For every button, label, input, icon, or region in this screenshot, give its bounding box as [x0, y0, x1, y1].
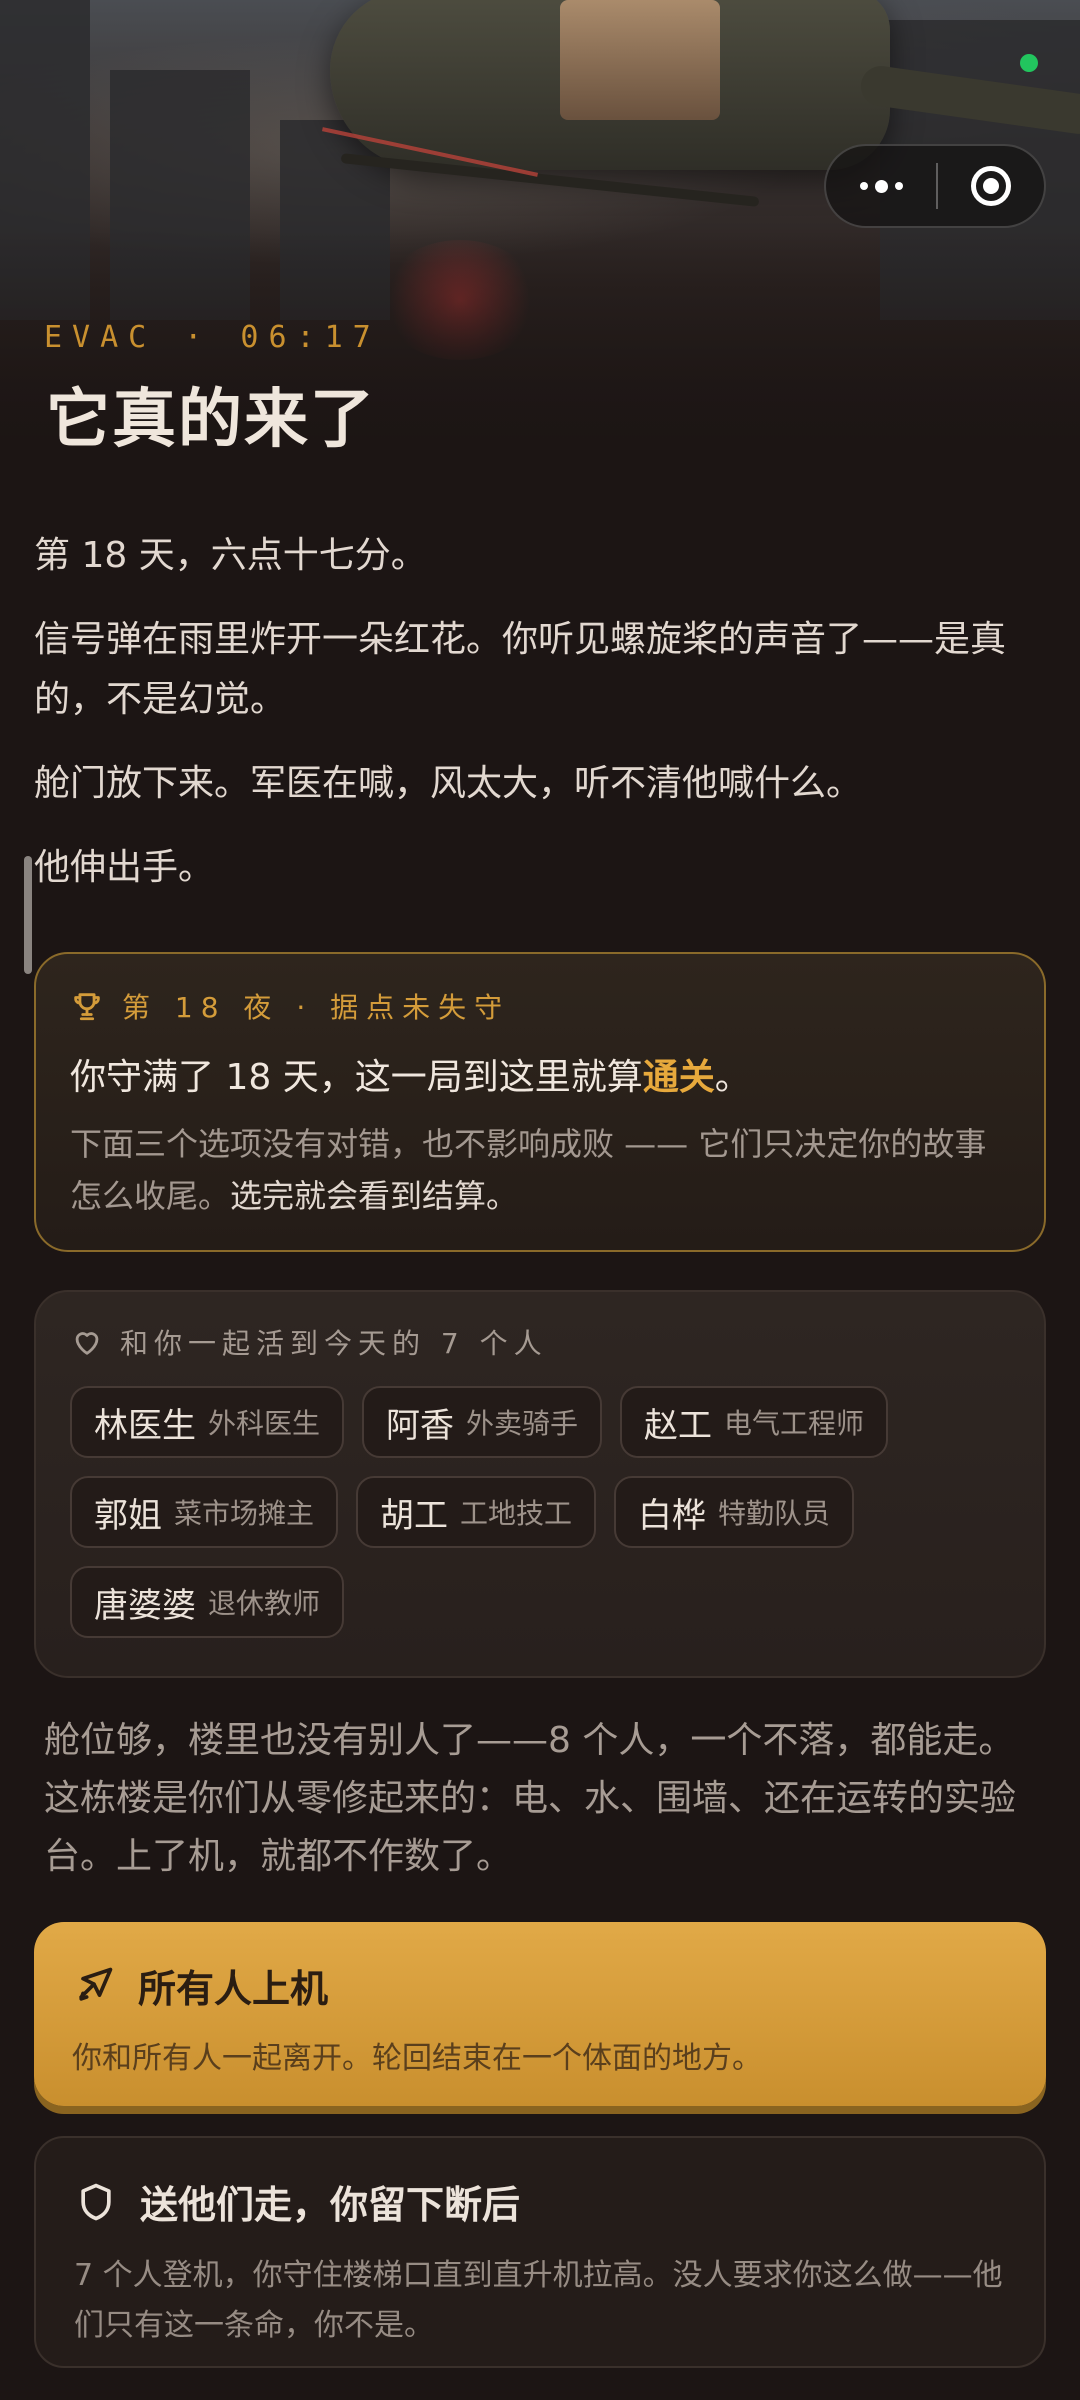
victory-heading: 第 18 夜 · 据点未失守	[122, 991, 511, 1024]
plane-icon	[79, 1967, 113, 2001]
narration-text: 舱位够，楼里也没有别人了——8 个人，一个不落，都能走。这栋楼是你们从零修起来的…	[44, 1720, 1017, 1877]
survivor-chip: 赵工 电气工程师	[620, 1386, 889, 1458]
survivor-chip: 胡工 工地技工	[356, 1476, 597, 1548]
scrollbar[interactable]	[24, 856, 32, 974]
story-paragraph: 舱门放下来。军医在喊，风太大，听不清他喊什么。	[34, 763, 863, 804]
story-paragraph: 他伸出手。	[34, 847, 215, 888]
victory-card: 第 18 夜 · 据点未失守 你守满了 18 天，这一局到这里就算通关。 下面三…	[34, 952, 1046, 1252]
choice-stay-behind-button[interactable]: 送他们走，你留下断后 7 个人登机，你守住楼梯口直到直升机拉高。没人要求你这么做…	[34, 2136, 1046, 2368]
story-paragraph: 信号弹在雨里炸开一朵红花。你听见螺旋桨的声音了——是真的，不是幻觉。	[34, 619, 1007, 720]
shield-icon	[81, 2183, 111, 2220]
victory-message: 你守满了 18 天，这一局到这里就算通关。	[70, 1057, 751, 1098]
choice-description: 你和所有人一起离开。轮回结束在一个体面的地方。	[72, 2041, 762, 2076]
miniprogram-capsule	[824, 144, 1046, 228]
survivor-chip: 阿香 外卖骑手	[362, 1386, 603, 1458]
clear-highlight: 通关	[642, 1057, 715, 1098]
status-dot	[1020, 54, 1038, 72]
survivor-chip: 唐婆婆 退休教师	[70, 1566, 345, 1638]
story-text: 第 18 天，六点十七分。 信号弹在雨里炸开一朵红花。你听见螺旋桨的声音了——是…	[34, 526, 1044, 922]
survivors-heading: 和你一起活到今天的 7 个人	[120, 1327, 548, 1360]
choice-title: 送他们走，你留下断后	[140, 2183, 521, 2227]
evac-time-tag: EVAC · 06:17	[44, 320, 381, 355]
survivor-chip: 白桦 特勤队员	[614, 1476, 855, 1548]
choice-all-board-button[interactable]: 所有人上机 你和所有人一起离开。轮回结束在一个体面的地方。	[34, 1922, 1046, 2106]
survivor-list: 林医生 外科医生 阿香 外卖骑手 赵工 电气工程师 郭姐 菜市场摊主 胡工 工地技工 白桦…	[70, 1386, 950, 1638]
choice-description: 7 个人登机，你守住楼梯口直到直升机拉高。没人要求你这么做——他们只有这一条命，…	[74, 2258, 1003, 2343]
target-icon	[971, 166, 1011, 206]
victory-note: 下面三个选项没有对错，也不影响成败 —— 它们只决定你的故事怎么收尾。选完就会看…	[70, 1125, 987, 1215]
story-paragraph: 第 18 天，六点十七分。	[34, 535, 427, 576]
close-button[interactable]	[938, 146, 1044, 226]
choice-title: 所有人上机	[138, 1967, 329, 2011]
survivor-chip: 林医生 外科医生	[70, 1386, 345, 1458]
survivor-chip: 郭姐 菜市场摊主	[70, 1476, 339, 1548]
heart-icon	[75, 1332, 99, 1355]
trophy-icon	[74, 993, 100, 1021]
page-title: 它真的来了	[46, 383, 376, 457]
survivors-card: 和你一起活到今天的 7 个人 林医生 外科医生 阿香 外卖骑手 赵工 电气工程师 郭姐…	[34, 1290, 1046, 1678]
more-button[interactable]	[826, 146, 936, 226]
